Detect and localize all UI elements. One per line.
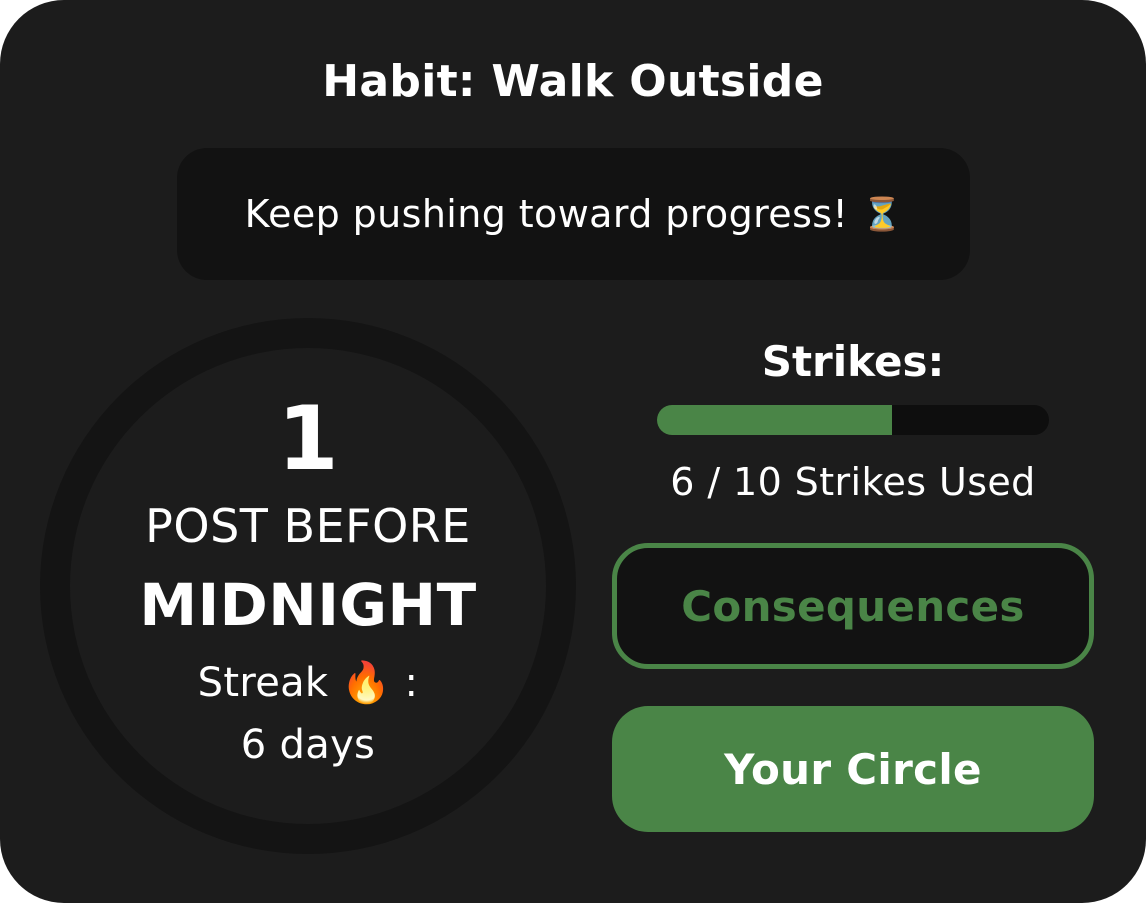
streak-value: 6 days [240, 722, 376, 768]
habit-card: Habit: Walk Outside Keep pushing toward … [0, 0, 1146, 903]
post-before-label: POST BEFORE [145, 499, 471, 553]
fire-icon: 🔥 [341, 660, 392, 706]
strikes-title: Strikes: [761, 337, 945, 386]
deadline-label: MIDNIGHT [139, 571, 477, 639]
motivation-banner: Keep pushing toward progress! ⏳ [177, 148, 970, 280]
strikes-progress-bar [657, 405, 1049, 435]
strikes-progress-fill [657, 405, 893, 435]
streak-label: Streak [197, 660, 329, 706]
post-count: 1 [277, 387, 339, 490]
streak-label-row: Streak 🔥 : [40, 656, 576, 710]
motivation-text: Keep pushing toward progress! [244, 192, 849, 236]
strikes-used-text: 6 / 10 Strikes Used [670, 460, 1036, 504]
hourglass-icon: ⏳ [862, 195, 903, 233]
your-circle-button[interactable]: Your Circle [612, 706, 1094, 832]
streak-separator: : [404, 660, 419, 706]
consequences-button[interactable]: Consequences [612, 543, 1094, 669]
habit-title: Habit: Walk Outside [322, 56, 824, 107]
